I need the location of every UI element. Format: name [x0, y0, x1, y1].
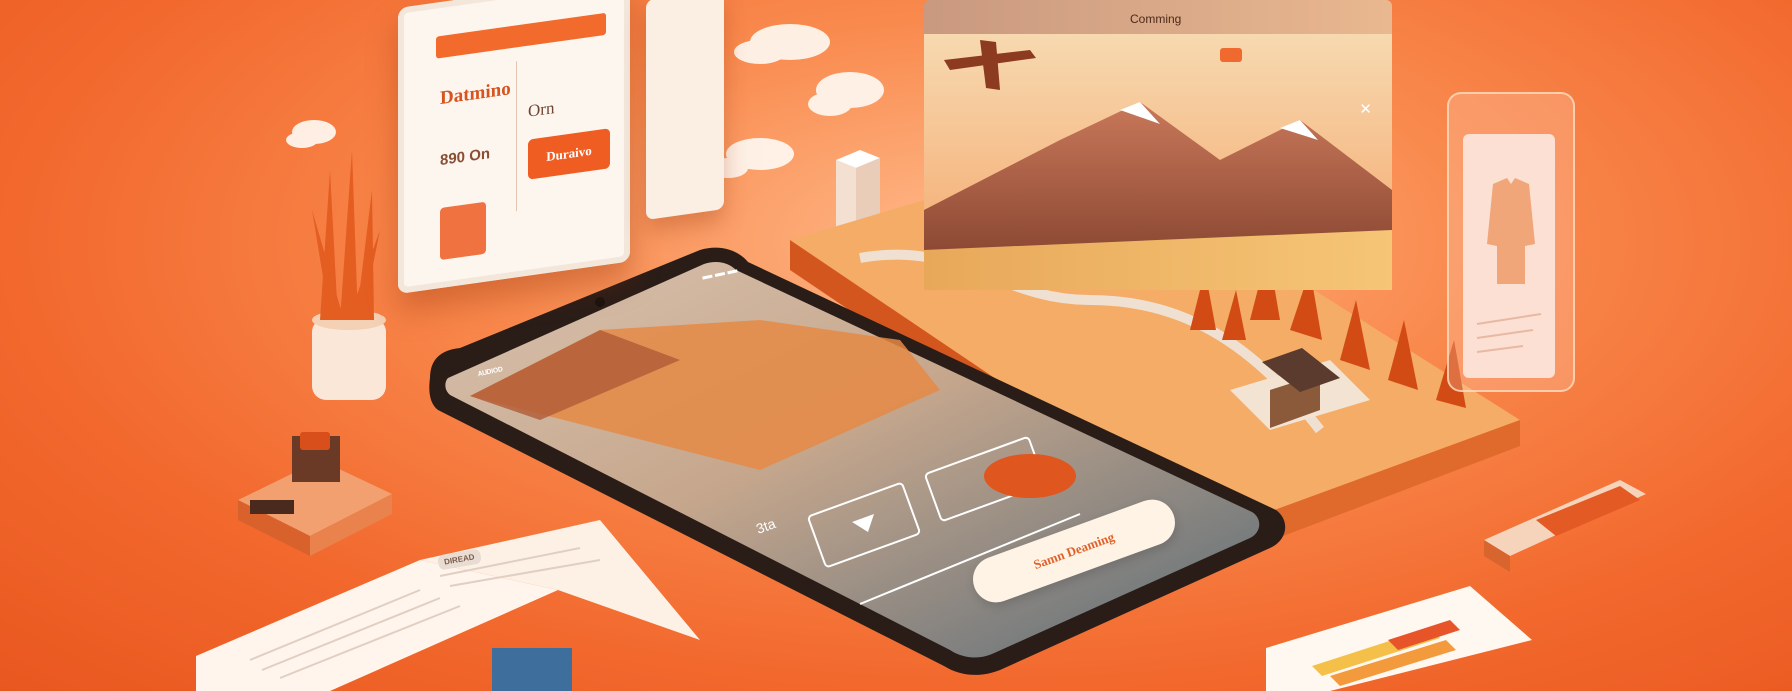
- form-submit-button[interactable]: Duraivo: [528, 128, 610, 180]
- form-field-label: Orn: [528, 98, 555, 121]
- form-divider: [516, 61, 517, 212]
- stamp-icon: [238, 432, 392, 556]
- product-card-inner: [1463, 134, 1555, 378]
- fabric-roll-icon: [1484, 480, 1646, 572]
- close-icon[interactable]: ✕: [1359, 100, 1372, 118]
- web-form-card: Datmino Orn 890 On Duraivo: [398, 0, 630, 294]
- form-price: 890 On: [440, 145, 491, 170]
- book-icon: [196, 520, 700, 691]
- side-info-panel: [646, 0, 724, 221]
- product-card: [1447, 92, 1575, 392]
- shirt-icon: [1476, 178, 1542, 353]
- form-title: Datmino: [440, 78, 511, 110]
- illustration-scene: Datmino Orn 890 On Duraivo Comming ✕ ᴬᵁᴰ…: [0, 0, 1792, 691]
- scenic-nav-label[interactable]: Comming: [1130, 12, 1181, 26]
- clipboard-icon: [1266, 586, 1532, 691]
- scenic-nav-button[interactable]: [1220, 48, 1242, 62]
- camera-icon: [595, 297, 605, 307]
- form-thumbnail[interactable]: [440, 201, 486, 261]
- scenic-browser-window: Comming ✕: [924, 0, 1392, 290]
- plant-icon: [312, 150, 386, 400]
- form-header-bar: [436, 12, 606, 59]
